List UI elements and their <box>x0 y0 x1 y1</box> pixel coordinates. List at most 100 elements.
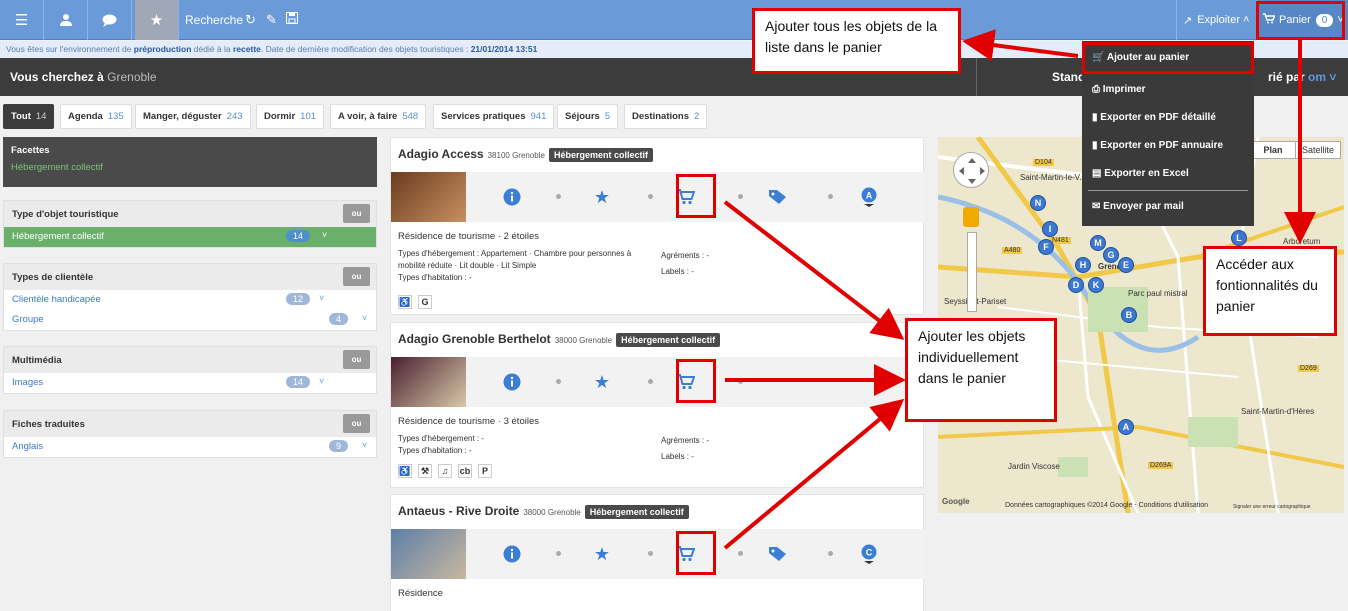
facet-item[interactable]: Images 14 ˅ <box>4 373 376 393</box>
reset-icon[interactable]: ↻ <box>245 12 256 28</box>
amenity-icons: ♿ ⚒ ♫ cb P <box>398 464 492 478</box>
card-photo[interactable] <box>391 529 466 579</box>
facet-group: Type d'objet touristique ou Hébergement co… <box>3 200 377 248</box>
tab-item[interactable]: Manger, déguster 243 <box>135 104 251 129</box>
save-icon[interactable] <box>286 12 298 27</box>
file-icon: ▮ <box>1092 140 1098 151</box>
map-pin[interactable]: A <box>1118 419 1134 435</box>
tab-item[interactable]: A voir, à faire 548 <box>330 104 427 129</box>
wheelchair-icon: ♿ <box>398 464 412 478</box>
map-pin-icon[interactable]: A <box>857 185 881 209</box>
card-subtitle: Résidence de tourisme · 2 étoiles <box>398 231 539 242</box>
map-pan-control[interactable] <box>953 152 989 188</box>
zoom-slider[interactable] <box>967 232 977 312</box>
tab-item[interactable]: Agenda 135 <box>60 104 132 129</box>
map-pin[interactable]: E <box>1118 257 1134 273</box>
facet-item[interactable]: Anglais 9 ˅ <box>4 437 376 457</box>
map-pin[interactable]: L <box>1231 230 1247 246</box>
menu-item-email[interactable]: ✉ Envoyer par mail <box>1092 201 1184 212</box>
map-type-control[interactable]: Plan Satellite <box>1250 141 1341 159</box>
active-facet[interactable]: Hébergement collectif <box>11 162 369 173</box>
menu-item-excel[interactable]: ▤ Exporter en Excel <box>1092 168 1189 179</box>
star-icon[interactable]: ★ <box>590 185 614 209</box>
map-pin[interactable]: K <box>1088 277 1104 293</box>
menu-item-pdf-directory[interactable]: ▮ Exporter en PDF annuaire <box>1092 140 1223 151</box>
map-place-label: Saint-Martin-d'Hères <box>1241 407 1315 416</box>
tab-count: 5 <box>604 111 611 122</box>
chevron-down-icon[interactable]: ˅ <box>362 440 367 450</box>
info-icon[interactable] <box>500 185 524 209</box>
map-pin[interactable]: F <box>1038 239 1054 255</box>
map-place-label: Parc paul mistral <box>1128 289 1188 298</box>
star-icon[interactable]: ★ <box>135 0 179 40</box>
card-photo[interactable] <box>391 357 466 407</box>
sort-by[interactable]: rié par om ˅ <box>1268 70 1336 84</box>
card-extra: Agréments : - Labels : - <box>661 436 710 461</box>
star-icon[interactable]: ★ <box>590 542 614 566</box>
chevron-down-icon[interactable]: ˅ <box>319 376 324 386</box>
street-view-icon[interactable] <box>963 207 979 227</box>
tag-icon[interactable] <box>766 542 790 566</box>
map-pin[interactable]: H <box>1075 257 1091 273</box>
exploiter-button[interactable]: ↗ Exploiter ˄ <box>1176 0 1253 40</box>
star-icon[interactable]: ★ <box>590 370 614 394</box>
or-toggle-button[interactable]: ou <box>343 350 370 369</box>
info-icon[interactable] <box>500 370 524 394</box>
result-card: Adagio Grenoble Berthelot 38000 Grenoble H… <box>390 322 924 488</box>
tag-icon[interactable] <box>766 185 790 209</box>
road-label: D104 <box>1033 159 1054 166</box>
menu-divider <box>1088 190 1248 191</box>
map-pin[interactable]: G <box>1103 247 1119 263</box>
map-report-link[interactable]: Signaler une erreur cartographique <box>1233 504 1311 510</box>
card-photo[interactable] <box>391 172 466 222</box>
map-pin[interactable]: N <box>1030 195 1046 211</box>
table-icon: ▤ <box>1092 168 1102 179</box>
or-toggle-button[interactable]: ou <box>343 267 370 286</box>
menu-item-print[interactable]: ⎙ Imprimer <box>1092 84 1146 95</box>
tab-item[interactable]: Dormir 101 <box>256 104 325 129</box>
map-pin-icon[interactable]: C <box>857 542 881 566</box>
facet-item[interactable]: Clientèle handicapée 12 ˅ <box>4 290 376 310</box>
chevron-down-icon[interactable]: ˅ <box>362 313 367 323</box>
facet-item[interactable]: Hébergement collectif 14 ˅ <box>4 227 376 247</box>
tab-item[interactable]: Services pratiques 941 <box>433 104 555 129</box>
map-pin[interactable]: M <box>1090 235 1106 251</box>
tab-item[interactable]: Destinations 2 <box>624 104 708 129</box>
chevron-down-icon[interactable]: ˅ <box>322 230 327 240</box>
hearing-icon: ♫ <box>438 464 452 478</box>
tab-label: Dormir <box>264 111 296 122</box>
facet-count: 14 <box>286 376 311 388</box>
result-card: Adagio Access 38100 Grenoble Hébergement c… <box>390 137 924 315</box>
facet-group-title: Types de clientèle ou <box>4 264 376 290</box>
card-title[interactable]: Adagio Grenoble Berthelot 38000 Grenoble H… <box>398 332 721 347</box>
chevron-down-icon[interactable]: ˅ <box>319 293 324 303</box>
map-place-label: Jardin Viscose <box>1008 462 1060 471</box>
info-icon[interactable] <box>500 542 524 566</box>
facet-item[interactable]: Groupe 4 ˅ <box>4 310 376 330</box>
facet-group: Types de clientèle ou Clientèle handicapée… <box>3 263 377 331</box>
card-title[interactable]: Antaeus - Rive Droite 38000 Grenoble Héber… <box>398 504 689 519</box>
map-pin[interactable]: I <box>1042 221 1058 237</box>
map-type-plan[interactable]: Plan <box>1251 142 1296 158</box>
tab-count: 243 <box>226 111 243 122</box>
map-pin[interactable]: B <box>1121 307 1137 323</box>
menu-item-pdf-detailed[interactable]: ▮ Exporter en PDF détaillé <box>1092 112 1216 123</box>
or-toggle-button[interactable]: ou <box>343 414 370 433</box>
active-facets: Facettes Hébergement collectif <box>3 137 377 187</box>
edit-icon[interactable]: ✎ <box>266 12 277 28</box>
pet-icon: ⚒ <box>418 464 432 478</box>
tab-item[interactable]: Tout 14 <box>3 104 55 129</box>
menu-icon[interactable]: ☰ <box>0 0 44 40</box>
annotation-panier: Accéder aux fontionnalités du panier <box>1203 246 1337 336</box>
svg-text:C: C <box>866 548 873 558</box>
sort-standard[interactable]: Stand <box>1052 70 1085 84</box>
card-title[interactable]: Adagio Access 38100 Grenoble Hébergement c… <box>398 147 654 162</box>
chat-icon[interactable] <box>88 0 132 40</box>
map-type-satellite[interactable]: Satellite <box>1296 142 1340 158</box>
map-pin[interactable]: D <box>1068 277 1084 293</box>
tab-count: 2 <box>694 111 700 122</box>
tab-item[interactable]: Séjours 5 <box>557 104 619 129</box>
or-toggle-button[interactable]: ou <box>343 204 370 223</box>
user-icon[interactable] <box>44 0 88 40</box>
search-label[interactable]: Recherche <box>185 13 243 27</box>
